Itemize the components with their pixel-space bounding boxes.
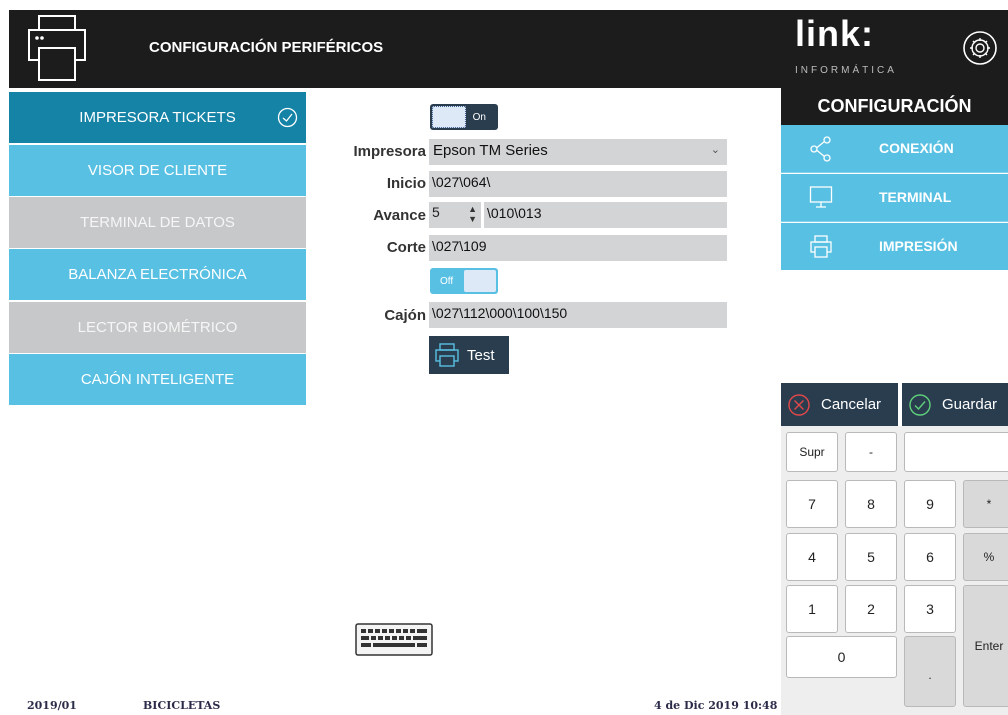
monitor-icon (809, 186, 833, 208)
sidebar: IMPRESORA TICKETS VISOR DE CLIENTE TERMI… (9, 88, 306, 640)
sidebar-item-visor-cliente[interactable]: VISOR DE CLIENTE (9, 145, 306, 196)
config-item-label: TERMINAL (879, 189, 952, 205)
inicio-field[interactable]: \027\064\ (429, 171, 727, 197)
status-bar: 2019/01 BICICLETAS 4 de Dic 2019 10:48 (9, 697, 781, 715)
drawer-enabled-toggle[interactable]: Off (430, 268, 498, 294)
config-title: CONFIGURACIÓN (781, 88, 1008, 125)
check-circle-icon (277, 107, 298, 128)
config-item-impresion[interactable]: IMPRESIÓN (781, 223, 1008, 271)
key-5[interactable]: 5 (845, 533, 897, 581)
test-print-button[interactable]: Test (429, 336, 509, 374)
sidebar-item-label: BALANZA ELECTRÓNICA (68, 266, 247, 283)
key-multiply[interactable]: * (963, 480, 1008, 528)
keypad-display[interactable] (904, 432, 1008, 472)
avance-label: Avance (373, 207, 426, 224)
sidebar-item-cajon-inteligente[interactable]: CAJÓN INTELIGENTE (9, 354, 306, 405)
impresora-label: Impresora (353, 143, 426, 160)
config-item-terminal[interactable]: TERMINAL (781, 174, 1008, 222)
key-7[interactable]: 7 (786, 480, 838, 528)
chevron-down-icon: ⌄ (710, 144, 720, 156)
sidebar-item-lector-biometrico[interactable]: LECTOR BIOMÉTRICO (9, 302, 306, 353)
status-store: BICICLETAS (143, 699, 221, 712)
key-2[interactable]: 2 (845, 585, 897, 633)
stepper-arrows-icon[interactable]: ▲ ▼ (468, 204, 477, 224)
key-9[interactable]: 9 (904, 480, 956, 528)
test-button-label: Test (467, 346, 495, 364)
avance-stepper[interactable]: 5 ▲ ▼ (429, 202, 481, 228)
gear-icon[interactable] (962, 30, 998, 66)
sidebar-item-label: CAJÓN INTELIGENTE (80, 371, 235, 388)
key-8[interactable]: 8 (845, 480, 897, 528)
cancel-button[interactable]: Cancelar (781, 383, 898, 426)
avance-code-field[interactable]: \010\013 (484, 202, 727, 228)
sidebar-item-balanza-electronica[interactable]: BALANZA ELECTRÓNICA (9, 249, 306, 300)
corte-field[interactable]: \027\109 (429, 235, 727, 261)
key-minus[interactable]: - (845, 432, 897, 472)
key-percent[interactable]: % (963, 533, 1008, 581)
brand-subtitle: INFORMÁTICA (795, 65, 897, 76)
config-item-label: CONEXIÓN (879, 140, 954, 156)
save-button[interactable]: Guardar (902, 383, 1008, 426)
config-item-label: IMPRESIÓN (879, 238, 958, 254)
page-title: CONFIGURACIÓN PERIFÉRICOS (149, 39, 384, 56)
key-0[interactable]: 0 (786, 636, 897, 678)
printer-enabled-toggle[interactable]: On (430, 104, 498, 130)
keyboard-icon[interactable] (355, 623, 433, 656)
cajon-label: Cajón (384, 307, 426, 324)
status-datetime: 4 de Dic 2019 10:48 (654, 699, 778, 712)
sidebar-item-label: VISOR DE CLIENTE (87, 162, 228, 179)
key-decimal[interactable]: . (904, 636, 956, 707)
key-4[interactable]: 4 (786, 533, 838, 581)
impresora-selected-value: Epson TM Series (433, 142, 548, 159)
key-enter[interactable]: Enter (963, 585, 1008, 707)
toggle-state-label: Off (440, 275, 454, 287)
toggle-state-label: On (472, 111, 486, 123)
brand-area: link: INFORMÁTICA (781, 10, 1008, 88)
avance-value: 5 (432, 204, 440, 220)
printer-icon (435, 343, 459, 367)
sidebar-item-terminal-datos[interactable]: TERMINAL DE DATOS (9, 197, 306, 248)
printer-icon (28, 15, 86, 81)
key-6[interactable]: 6 (904, 533, 956, 581)
key-3[interactable]: 3 (904, 585, 956, 633)
cajon-field[interactable]: \027\112\000\100\150 (429, 302, 727, 328)
toggle-knob (432, 106, 466, 128)
toggle-knob (464, 270, 496, 292)
save-button-label: Guardar (942, 396, 998, 413)
key-1[interactable]: 1 (786, 585, 838, 633)
brand-logo: link: (795, 13, 875, 54)
sidebar-item-label: LECTOR BIOMÉTRICO (77, 319, 238, 336)
config-item-conexion[interactable]: CONEXIÓN (781, 125, 1008, 173)
check-circle-icon (909, 393, 931, 416)
status-period: 2019/01 (27, 699, 77, 712)
inicio-label: Inicio (386, 175, 426, 192)
printer-icon (810, 235, 832, 258)
sidebar-item-impresora-tickets[interactable]: IMPRESORA TICKETS (9, 92, 306, 143)
cancel-button-label: Cancelar (821, 396, 882, 413)
corte-label: Corte (386, 239, 426, 256)
cancel-circle-icon (788, 393, 810, 416)
sidebar-item-label: IMPRESORA TICKETS (79, 109, 236, 126)
share-icon (810, 136, 831, 162)
header-bar: CONFIGURACIÓN PERIFÉRICOS (9, 10, 781, 88)
sidebar-item-label: TERMINAL DE DATOS (80, 214, 235, 231)
key-supr[interactable]: Supr (786, 432, 838, 472)
impresora-select[interactable]: Epson TM Series ⌄ (429, 139, 727, 165)
